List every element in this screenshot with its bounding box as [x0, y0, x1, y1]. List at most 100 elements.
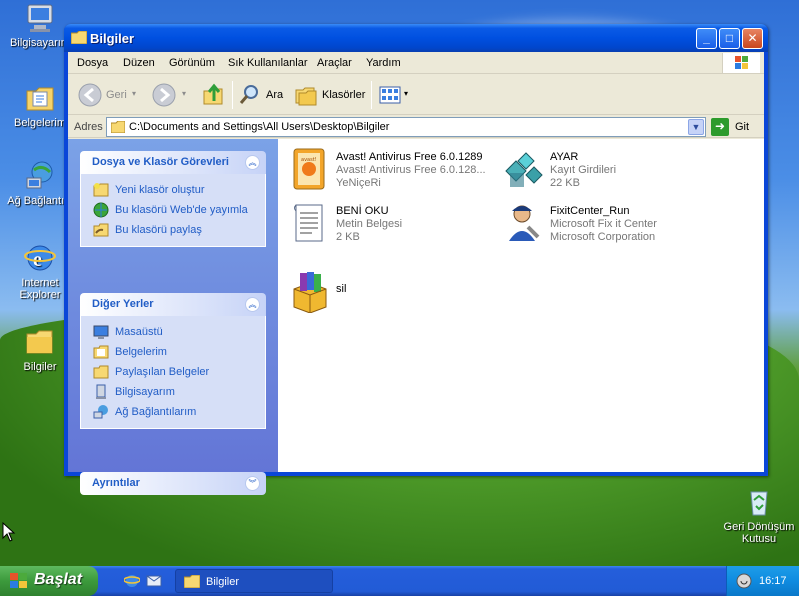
window-title: Bilgiler: [90, 31, 135, 46]
views-button[interactable]: ▾: [378, 83, 414, 107]
maximize-button[interactable]: □: [719, 28, 740, 49]
menu-dosya[interactable]: Dosya: [77, 57, 108, 69]
title-bar[interactable]: Bilgiler _ □ ✕: [64, 24, 768, 52]
collapse-icon[interactable]: ︽: [245, 297, 260, 312]
group-header[interactable]: Dosya ve Klasör Görevleri ︽: [80, 151, 266, 174]
search-button[interactable]: Ara: [238, 83, 288, 107]
windows-logo-icon: [722, 53, 760, 73]
close-button[interactable]: ✕: [742, 28, 763, 49]
network-connections-icon: [24, 160, 56, 192]
file-item[interactable]: FixitCenter_Run Microsoft Fix it Center …: [502, 201, 712, 251]
menu-yardim[interactable]: Yardım: [366, 57, 401, 69]
address-label: Adres: [74, 121, 103, 133]
go-label: Git: [735, 121, 750, 133]
file-item[interactable]: AYAR Kayıt Girdileri 22 KB: [502, 147, 712, 197]
menu-sik-kullanilanlar[interactable]: Sık Kullanılanlar: [228, 57, 308, 69]
start-button[interactable]: Başlat: [0, 566, 98, 596]
menu-araclar[interactable]: Araçlar: [317, 57, 352, 69]
minimize-button[interactable]: _: [696, 28, 717, 49]
maximize-icon: □: [725, 31, 734, 45]
clock[interactable]: 16:17: [759, 575, 787, 587]
internet-explorer-icon: e: [24, 242, 56, 274]
network-icon: [93, 404, 109, 420]
back-button[interactable]: Geri ▾: [78, 83, 140, 107]
quicklaunch-outlook-express-icon[interactable]: [146, 573, 162, 589]
place-desktop[interactable]: Masaüstü: [81, 322, 265, 342]
toolbar-separator: [232, 81, 233, 109]
group-title: Dosya ve Klasör Görevleri: [92, 156, 229, 168]
group-body: Yeni klasör oluştur Bu klasörü Web'de ya…: [80, 174, 266, 247]
desktop-icon-recycle-bin[interactable]: Geri Dönüşüm Kutusu: [719, 486, 799, 545]
file-item[interactable]: BENİ OKU Metin Belgesi 2 KB: [288, 201, 498, 251]
up-folder-button[interactable]: [202, 83, 226, 107]
place-my-documents[interactable]: Belgelerim: [81, 342, 265, 362]
toolbar-separator: [371, 81, 372, 109]
my-computer-icon: [93, 384, 109, 400]
search-label: Ara: [266, 89, 284, 101]
address-value: C:\Documents and Settings\All Users\Desk…: [129, 121, 390, 133]
place-label: Masaüstü: [115, 326, 163, 338]
back-dropdown-icon: ▾: [132, 89, 137, 98]
start-label: Başlat: [34, 571, 83, 588]
collapse-icon[interactable]: ︽: [245, 155, 260, 170]
address-input[interactable]: C:\Documents and Settings\All Users\Desk…: [106, 117, 706, 137]
group-header[interactable]: Diğer Yerler ︽: [80, 293, 266, 316]
folder-icon: [183, 574, 201, 589]
file-type: Kayıt Girdileri: [550, 164, 617, 176]
recycle-bin-icon: [743, 486, 775, 518]
tray-security-icon[interactable]: [736, 573, 752, 589]
task-label: Bu klasörü Web'de yayımla: [115, 204, 248, 216]
file-folder-tasks-group: Dosya ve Klasör Görevleri ︽ Yeni klasör …: [80, 151, 266, 247]
taskbar: Başlat Bilgiler 16:17: [0, 566, 799, 596]
file-type: Avast! Antivirus Free 6.0.128...: [336, 164, 486, 176]
file-item[interactable]: sil: [288, 272, 498, 329]
file-company: YeNiçeRi: [336, 177, 381, 189]
taskbar-button-bilgiler[interactable]: Bilgiler: [175, 569, 333, 593]
folder-icon: [110, 120, 126, 134]
folders-button[interactable]: Klasörler: [294, 83, 366, 107]
file-description: Microsoft Fix it Center: [550, 218, 657, 230]
forward-button[interactable]: ▾: [152, 83, 190, 107]
minimize-icon: _: [703, 31, 710, 45]
folder-icon: [70, 30, 88, 45]
file-company: Microsoft Corporation: [550, 231, 656, 243]
forward-dropdown-icon: ▾: [182, 89, 187, 98]
chevron-down-icon: ▼: [691, 122, 701, 132]
menu-bar: Dosya Düzen Görünüm Sık Kullanılanlar Ar…: [68, 52, 764, 74]
desktop-icon-label: Geri Dönüşüm Kutusu: [723, 521, 795, 545]
file-item[interactable]: avast! Avast! Antivirus Free 6.0.1289 Av…: [288, 147, 498, 197]
place-label: Bilgisayarım: [115, 386, 175, 398]
expand-icon[interactable]: ︾: [245, 476, 260, 491]
folder-icon: [24, 326, 56, 358]
windows-logo-icon: [10, 573, 28, 589]
menu-duzen[interactable]: Düzen: [123, 57, 155, 69]
place-my-computer[interactable]: Bilgisayarım: [81, 382, 265, 402]
window-body: Dosya Düzen Görünüm Sık Kullanılanlar Ar…: [68, 52, 764, 495]
file-size: 2 KB: [336, 231, 360, 243]
task-new-folder[interactable]: Yeni klasör oluştur: [81, 180, 265, 200]
quicklaunch-internet-explorer-icon[interactable]: [123, 573, 141, 589]
file-name: BENİ OKU: [336, 205, 389, 217]
my-documents-icon: [24, 82, 56, 114]
menu-gorunum[interactable]: Görünüm: [169, 57, 215, 69]
avast-installer-icon: avast!: [288, 147, 332, 191]
file-type: Metin Belgesi: [336, 218, 403, 230]
mouse-cursor-icon: [2, 521, 16, 542]
text-document-icon: [288, 201, 332, 245]
task-share-folder[interactable]: Bu klasörü paylaş: [81, 220, 265, 240]
close-icon: ✕: [747, 31, 758, 45]
place-shared-documents[interactable]: Paylaşılan Belgeler: [81, 362, 265, 382]
globe-icon: [93, 202, 109, 218]
winrar-archive-icon: [288, 269, 332, 314]
task-publish-web[interactable]: Bu klasörü Web'de yayımla: [81, 200, 265, 220]
place-network[interactable]: Ağ Bağlantılarım: [81, 402, 265, 422]
svg-text:avast!: avast!: [301, 157, 317, 163]
address-dropdown-button[interactable]: ▼: [688, 119, 704, 135]
toolbar: Geri ▾ ▾ Ara Klasörler ▾: [68, 75, 764, 115]
go-button[interactable]: ➜ Git: [711, 118, 761, 136]
group-header[interactable]: Ayrıntılar ︾: [80, 472, 266, 495]
task-label: Yeni klasör oluştur: [115, 184, 205, 196]
new-folder-icon: [93, 182, 109, 198]
file-list: avast! Avast! Antivirus Free 6.0.1289 Av…: [278, 139, 764, 472]
folders-icon: [295, 87, 317, 106]
